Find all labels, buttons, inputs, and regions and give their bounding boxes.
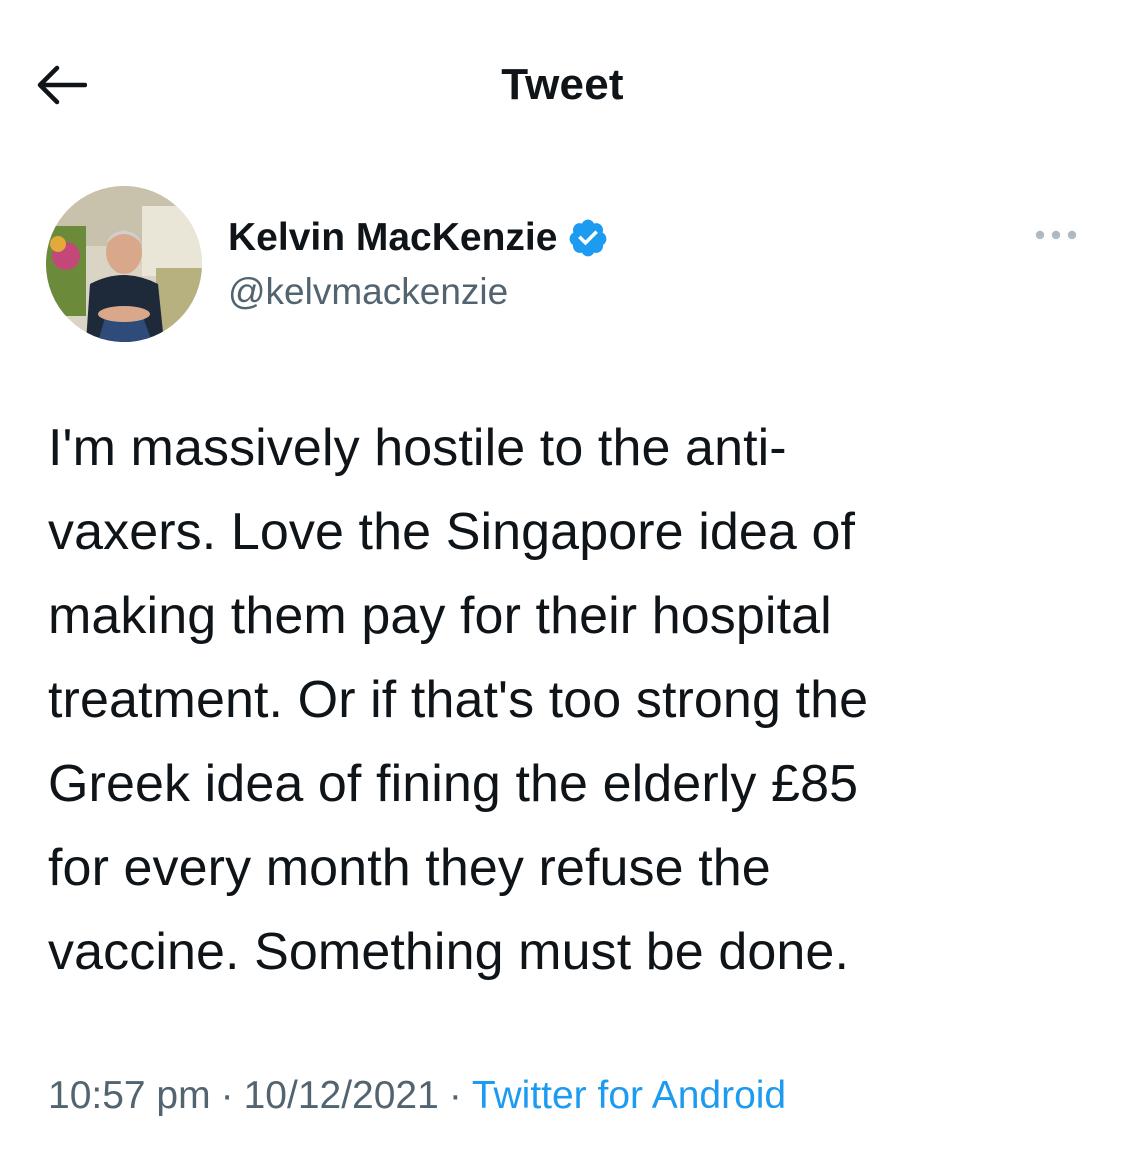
more-options-button[interactable] xyxy=(1026,220,1086,250)
more-horizontal-icon xyxy=(1035,230,1077,240)
tweet-author: Kelvin MacKenzie @kelvmackenzie xyxy=(46,186,1086,346)
tweet-text: I'm massively hostile to the anti- vaxer… xyxy=(48,419,869,981)
meta-separator: · xyxy=(220,1074,234,1117)
display-name[interactable]: Kelvin MacKenzie xyxy=(228,212,557,264)
meta-separator: · xyxy=(448,1074,462,1117)
page-title: Tweet xyxy=(501,60,624,109)
verified-badge-icon xyxy=(567,217,609,259)
tweet-source-link[interactable]: Twitter for Android xyxy=(472,1074,786,1117)
avatar[interactable] xyxy=(46,186,202,342)
author-names: Kelvin MacKenzie @kelvmackenzie xyxy=(228,212,609,320)
tweet-time[interactable]: 10:57 pm xyxy=(48,1074,211,1117)
user-handle[interactable]: @kelvmackenzie xyxy=(228,264,609,320)
top-bar: Tweet xyxy=(0,0,1125,170)
tweet-date[interactable]: 10/12/2021 xyxy=(244,1074,439,1117)
tweet-metadata: 10:57 pm · 10/12/2021 · Twitter for Android xyxy=(48,1066,786,1126)
